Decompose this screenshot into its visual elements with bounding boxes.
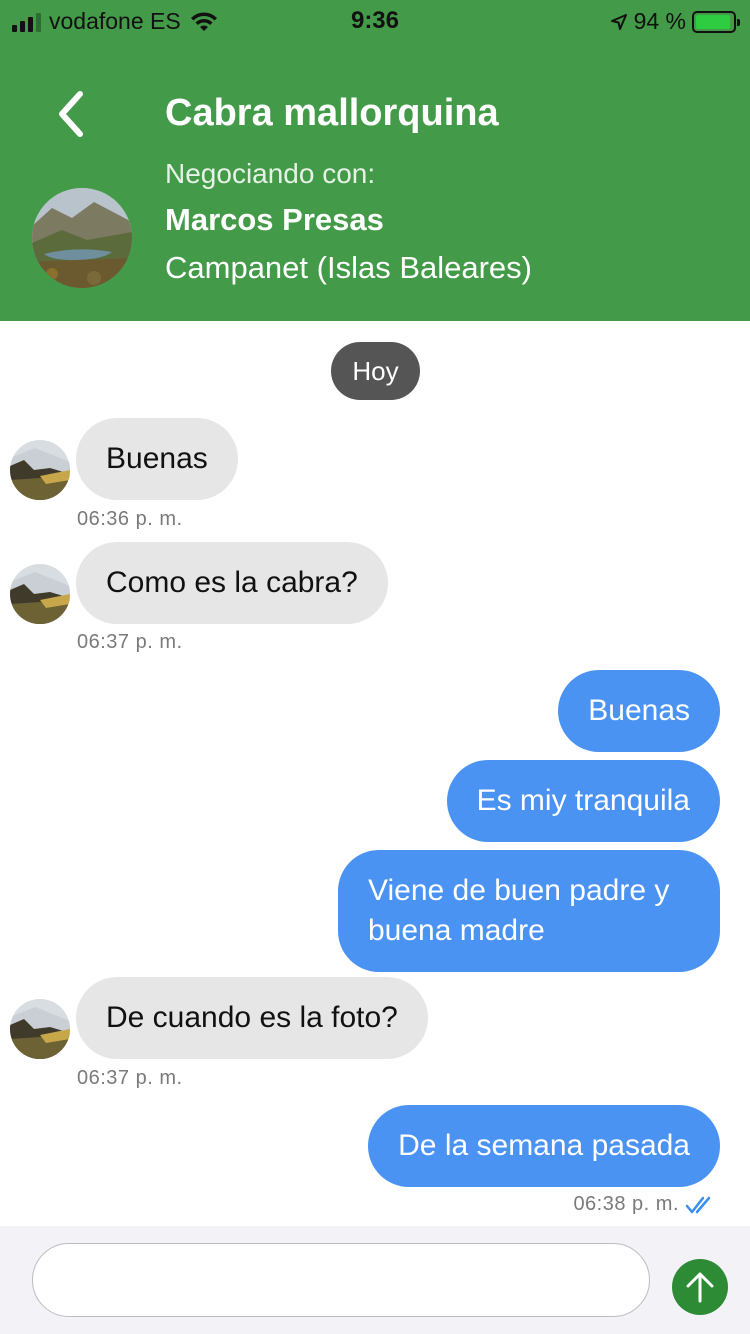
negotiating-label: Negociando con: <box>165 158 376 189</box>
message-bubble[interactable]: Buenas <box>558 670 720 752</box>
message-bubble[interactable]: Es miy tranquila <box>446 760 720 842</box>
status-bar: vodafone ES 9:36 94 % <box>0 0 750 40</box>
message-input[interactable] <box>32 1243 650 1317</box>
message-bubble[interactable]: De la semana pasada <box>368 1105 720 1187</box>
avatar[interactable] <box>10 999 70 1059</box>
listing-title: Cabra mallorquina <box>165 92 499 134</box>
message-time: 06:38 p. m. <box>573 1193 679 1215</box>
location-arrow-icon <box>610 13 627 30</box>
status-right: 94 % <box>610 8 740 35</box>
message-bubble[interactable]: Buenas <box>76 418 238 500</box>
arrow-up-icon <box>686 1272 714 1303</box>
message-time: 06:37 p. m. <box>77 1067 183 1089</box>
conversation-header: Cabra mallorquina Negociando con: Marcos… <box>0 40 750 321</box>
avatar[interactable] <box>10 440 70 500</box>
battery-charging-icon <box>692 10 740 33</box>
send-button[interactable] <box>672 1259 728 1315</box>
chat-area[interactable]: Hoy Buenas 06:36 p. m. Como es la cabra?… <box>0 321 750 1226</box>
message-time: 06:37 p. m. <box>77 631 183 653</box>
back-button[interactable] <box>50 82 100 142</box>
message-bubble[interactable]: Viene de buen padre y buena madre <box>338 850 720 972</box>
battery-percent: 94 % <box>633 8 686 34</box>
day-separator: Hoy <box>331 342 420 400</box>
message-time: 06:36 p. m. <box>77 508 183 530</box>
seller-name: Marcos Presas <box>165 202 384 237</box>
message-bubble[interactable]: De cuando es la foto? <box>76 977 428 1059</box>
seller-avatar[interactable] <box>32 188 132 288</box>
avatar[interactable] <box>10 564 70 624</box>
message-time-row: 06:38 p. m. <box>573 1193 715 1216</box>
double-check-icon <box>685 1196 711 1213</box>
message-bubble[interactable]: Como es la cabra? <box>76 542 388 624</box>
seller-location: Campanet (Islas Baleares) <box>165 250 532 285</box>
chevron-left-icon <box>59 91 83 137</box>
composer-bar <box>0 1226 750 1334</box>
